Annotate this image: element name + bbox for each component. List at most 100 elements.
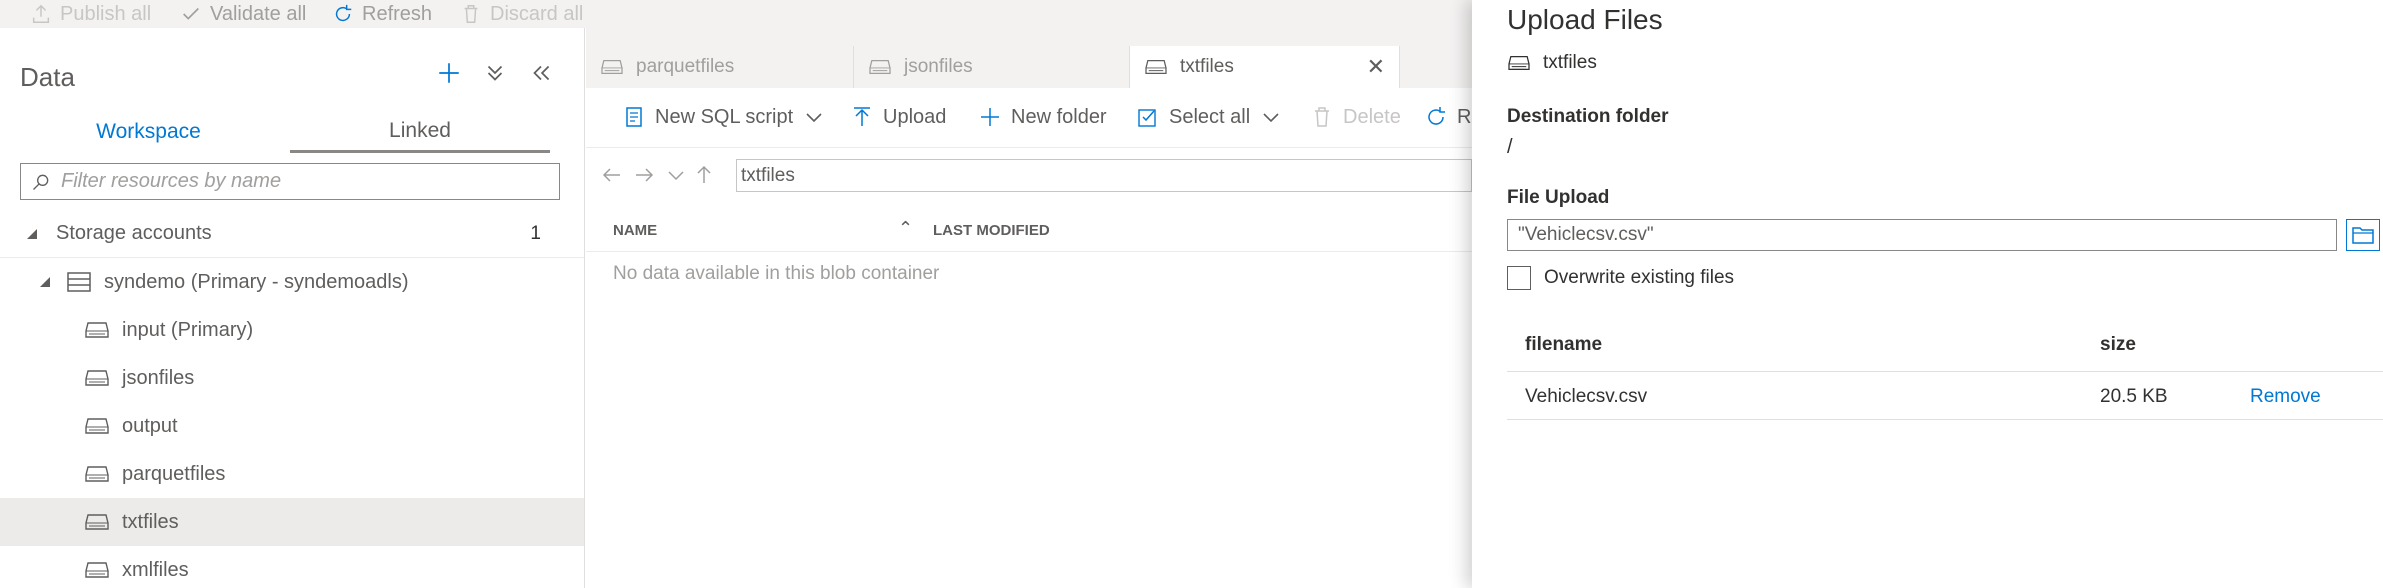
collapse-all-icon[interactable] — [482, 60, 508, 86]
add-icon[interactable] — [436, 60, 462, 86]
upload-label: Upload — [883, 105, 947, 128]
publish-icon — [32, 4, 50, 23]
refresh-list-button[interactable]: R — [1424, 88, 1471, 146]
table-header: filename size — [1507, 320, 2383, 372]
tree-item-container[interactable]: xmlfiles — [0, 546, 584, 588]
overwrite-label: Overwrite existing files — [1544, 267, 1735, 288]
doc-tab-label: jsonfiles — [904, 56, 973, 77]
caret-expanded-icon[interactable] — [25, 227, 39, 241]
chevron-down-icon[interactable] — [1259, 105, 1283, 129]
validate-all-button[interactable]: Validate all — [180, 0, 306, 28]
tab-workspace[interactable]: Workspace — [20, 111, 277, 153]
script-icon — [626, 107, 642, 127]
chevron-down-icon[interactable] — [802, 105, 826, 129]
checkmark-icon — [183, 7, 199, 20]
validate-all-label: Validate all — [210, 2, 307, 25]
chevron-down-icon[interactable] — [664, 163, 688, 187]
pane-title: Data — [20, 62, 75, 92]
container-label: jsonfiles — [122, 366, 195, 389]
doc-tab-txtfiles[interactable]: txtfiles ✕ — [1130, 46, 1400, 88]
destination-folder-value: / — [1507, 136, 1513, 158]
tree-item-container-selected[interactable]: txtfiles — [0, 498, 584, 546]
section-label: Storage accounts — [56, 222, 212, 244]
upload-button[interactable]: Upload — [850, 88, 946, 146]
up-arrow-icon[interactable] — [692, 163, 716, 187]
target-container: txtfiles — [1507, 52, 1597, 74]
upload-file-table: filename size Vehiclecsv.csv 20.5 KB Rem… — [1507, 320, 2383, 420]
double-chevron-left-icon[interactable] — [528, 60, 554, 86]
file-upload-field[interactable] — [1507, 219, 2337, 251]
row-size: 20.5 KB — [2100, 386, 2168, 407]
command-bar: New SQL script Upload New folder Select … — [586, 88, 1472, 148]
path-input[interactable]: txtfiles — [736, 159, 1472, 192]
caret-expanded-icon[interactable] — [38, 275, 52, 289]
new-folder-button[interactable]: New folder — [978, 88, 1107, 146]
tab-linked[interactable]: Linked — [290, 111, 550, 153]
add-icon — [981, 108, 999, 126]
select-all-button[interactable]: Select all — [1136, 88, 1283, 146]
container-label: input (Primary) — [122, 318, 254, 341]
container-label: xmlfiles — [122, 558, 189, 581]
section-count: 1 — [530, 222, 541, 244]
refresh-icon — [1428, 107, 1445, 125]
pane-actions — [436, 60, 554, 86]
close-tab-icon[interactable]: ✕ — [1367, 54, 1385, 80]
file-upload-label: File Upload — [1507, 187, 1610, 208]
tree-item-container[interactable]: jsonfiles — [0, 354, 584, 402]
folder-icon — [2352, 227, 2374, 244]
remove-file-link[interactable]: Remove — [2250, 386, 2321, 408]
file-upload-input[interactable] — [1518, 224, 2318, 246]
sort-ascending-icon[interactable]: ⌃ — [898, 218, 913, 239]
publish-all-button[interactable]: Publish all — [30, 0, 151, 28]
tree-item-container[interactable]: output — [0, 402, 584, 450]
path-bar: txtfiles — [586, 150, 1472, 200]
new-sql-script-button[interactable]: New SQL script — [622, 88, 826, 146]
data-pane-tabs: Workspace Linked — [0, 111, 585, 153]
path-value: txtfiles — [741, 164, 795, 186]
trash-icon — [1315, 107, 1329, 127]
filter-box — [20, 163, 560, 200]
tree-item-account[interactable]: syndemo (Primary - syndemoadls) — [0, 258, 584, 306]
destination-folder-label: Destination folder — [1507, 106, 1669, 127]
discard-all-label: Discard all — [490, 2, 584, 25]
overwrite-option[interactable]: Overwrite existing files — [1507, 266, 1734, 290]
panel-title: Upload Files — [1507, 4, 1663, 35]
doc-tab-parquetfiles[interactable]: parquetfiles — [586, 46, 854, 88]
discard-all-button[interactable]: Discard all — [460, 0, 583, 28]
column-header-last-modified[interactable]: LAST MODIFIED — [933, 222, 1050, 239]
browse-folder-button[interactable] — [2346, 219, 2380, 251]
delete-label: Delete — [1343, 105, 1401, 128]
select-all-label: Select all — [1169, 105, 1251, 128]
empty-message: No data available in this blob container — [613, 263, 940, 284]
container-icon — [1508, 56, 1530, 70]
container-icon — [85, 322, 109, 338]
upload-icon — [854, 107, 870, 126]
publish-all-label: Publish all — [60, 2, 152, 25]
delete-button[interactable]: Delete — [1310, 88, 1401, 146]
data-pane: Data Workspace Linked Storage accounts 1… — [0, 28, 585, 588]
table-row: Vehiclecsv.csv 20.5 KB Remove — [1507, 372, 2383, 420]
container-icon — [869, 60, 891, 74]
refresh-list-label: R — [1457, 105, 1472, 128]
document-tabs: parquetfiles jsonfiles txtfiles ✕ — [586, 28, 1472, 88]
tree-item-container[interactable]: parquetfiles — [0, 450, 584, 498]
container-icon — [85, 370, 109, 386]
container-icon — [85, 562, 109, 578]
container-label: parquetfiles — [122, 462, 226, 485]
top-toolbar: Publish all Validate all Refresh Discard… — [0, 0, 1472, 28]
back-arrow-icon[interactable] — [600, 163, 624, 187]
container-icon — [601, 60, 623, 74]
filter-input[interactable] — [61, 170, 541, 193]
column-header-name[interactable]: NAME — [613, 222, 657, 239]
refresh-button[interactable]: Refresh — [332, 0, 432, 28]
new-sql-script-label: New SQL script — [655, 105, 794, 128]
grid-header: NAME ⌃ LAST MODIFIED — [586, 210, 1472, 252]
container-label: output — [122, 414, 178, 437]
doc-tab-jsonfiles[interactable]: jsonfiles — [854, 46, 1130, 88]
tree-item-container[interactable]: input (Primary) — [0, 306, 584, 354]
column-header-filename: filename — [1525, 334, 1603, 355]
tree-section-storage-accounts[interactable]: Storage accounts 1 — [0, 210, 584, 258]
new-folder-label: New folder — [1011, 105, 1107, 128]
forward-arrow-icon[interactable] — [632, 163, 656, 187]
overwrite-checkbox[interactable] — [1507, 266, 1531, 290]
